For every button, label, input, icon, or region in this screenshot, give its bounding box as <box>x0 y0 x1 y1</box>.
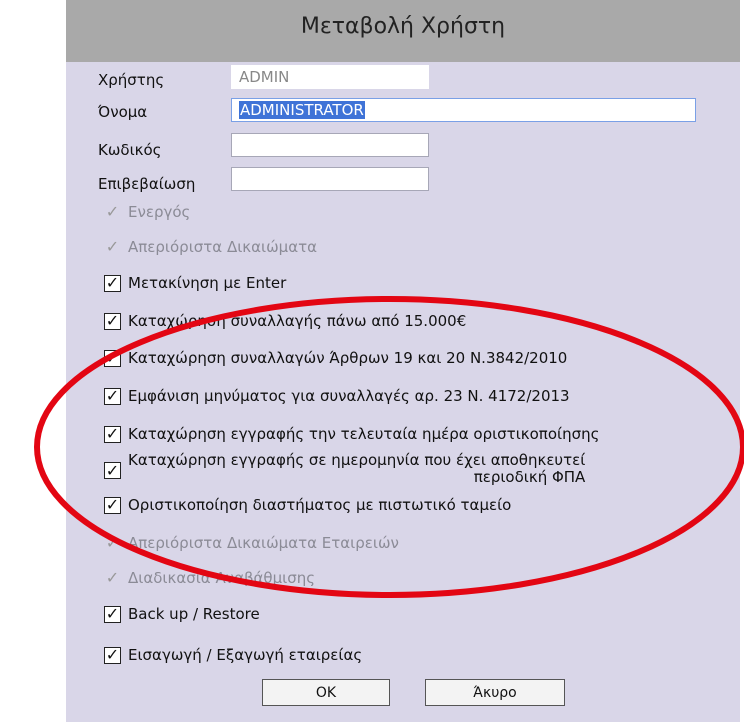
last-day-finalization-checkbox[interactable]: ✓ <box>104 425 121 443</box>
unlimited-rights-checkbox-row[interactable]: ✓ Απεριόριστα Δικαιώματα <box>104 236 317 258</box>
backup-restore-checkbox[interactable]: ✓ <box>104 605 121 623</box>
credit-cash-finalization-checkbox-row[interactable]: ✓ Οριστικοποίηση διαστήματος με πιστωτικ… <box>104 494 511 516</box>
password-input[interactable] <box>231 133 429 157</box>
last-day-finalization-checkbox-row[interactable]: ✓ Καταχώρηση εγγραφής την τελευταία ημέρ… <box>104 423 599 445</box>
password-label: Κωδικός <box>98 141 162 159</box>
confirm-password-input[interactable] <box>231 167 429 191</box>
import-export-company-label: Εισαγωγή / Εξαγωγή εταιρείας <box>128 646 363 664</box>
message-article-23-checkbox[interactable]: ✓ <box>104 387 121 405</box>
unlimited-company-rights-label: Απεριόριστα Δικαιώματα Εταιρειών <box>128 534 399 552</box>
backup-restore-label: Back up / Restore <box>128 605 260 623</box>
import-export-company-checkbox-row[interactable]: ✓ Εισαγωγή / Εξαγωγή εταιρείας <box>104 644 362 666</box>
cancel-button[interactable]: Άκυρο <box>425 679 565 706</box>
unlimited-company-rights-checkbox[interactable]: ✓ <box>104 535 121 552</box>
saved-vat-period-checkbox[interactable]: ✓ <box>104 462 121 479</box>
ok-button[interactable]: OK <box>262 679 390 706</box>
saved-vat-period-label-line-2: περιοδική ΦΠΑ <box>473 468 586 486</box>
user-field: ADMIN <box>231 65 429 89</box>
upgrade-procedure-checkbox[interactable]: ✓ <box>104 570 121 587</box>
unlimited-rights-label: Απεριόριστα Δικαιώματα <box>128 238 318 256</box>
name-input-selected-text: ADMINISTRATOR <box>239 101 365 119</box>
confirm-password-label: Επιβεβαίωση <box>98 175 196 193</box>
unlimited-company-rights-checkbox-row[interactable]: ✓ Απεριόριστα Δικαιώματα Εταιρειών <box>104 532 399 554</box>
active-label: Ενεργός <box>128 203 191 221</box>
transactions-over-15000-checkbox-row[interactable]: ✓ Καταχώρηση συναλλαγής πάνω από 15.000€ <box>104 310 466 332</box>
dialog-titlebar: Μεταβολή Χρήστη <box>66 0 740 62</box>
articles-19-20-checkbox[interactable]: ✓ <box>104 349 121 367</box>
active-checkbox-row[interactable]: ✓ Ενεργός <box>104 201 191 223</box>
transactions-over-15000-checkbox[interactable]: ✓ <box>104 312 121 330</box>
dialog-title: Μεταβολή Χρήστη <box>300 14 506 39</box>
last-day-finalization-label: Καταχώρηση εγγραφής την τελευταία ημέρα … <box>128 425 600 443</box>
user-label: Χρήστης <box>98 71 165 89</box>
saved-vat-period-checkbox-row[interactable]: ✓ Καταχώρηση εγγραφής σε ημερομηνία που … <box>104 452 585 496</box>
enter-navigation-checkbox[interactable]: ✓ <box>104 274 121 292</box>
enter-navigation-checkbox-row[interactable]: ✓ Μετακίνηση με Enter <box>104 272 286 294</box>
credit-cash-finalization-checkbox[interactable]: ✓ <box>104 496 121 514</box>
transactions-over-15000-label: Καταχώρηση συναλλαγής πάνω από 15.000€ <box>128 312 467 330</box>
backup-restore-checkbox-row[interactable]: ✓ Back up / Restore <box>104 603 260 625</box>
unlimited-rights-checkbox[interactable]: ✓ <box>104 239 121 256</box>
upgrade-procedure-checkbox-row[interactable]: ✓ Διαδικασία Αναβάθμισης <box>104 567 315 589</box>
message-article-23-label: Εμφάνιση μηνύματος για συναλλαγές αρ. 23… <box>128 387 570 405</box>
name-label: Όνομα <box>98 103 148 121</box>
articles-19-20-label: Καταχώρηση συναλλαγών Άρθρων 19 και 20 Ν… <box>128 349 568 367</box>
active-checkbox[interactable]: ✓ <box>104 204 121 221</box>
cancel-button-label: Άκυρο <box>473 684 517 701</box>
name-input[interactable]: ADMINISTRATOR <box>231 98 696 122</box>
edit-user-dialog: Μεταβολή Χρήστη Χρήστης ADMIN Όνομα ADMI… <box>66 0 740 722</box>
articles-19-20-checkbox-row[interactable]: ✓ Καταχώρηση συναλλαγών Άρθρων 19 και 20… <box>104 347 567 369</box>
import-export-company-checkbox[interactable]: ✓ <box>104 646 121 664</box>
saved-vat-period-label-line-1: Καταχώρηση εγγραφής σε ημερομηνία που έχ… <box>128 451 586 469</box>
upgrade-procedure-label: Διαδικασία Αναβάθμισης <box>128 569 316 587</box>
ok-button-label: OK <box>315 684 337 701</box>
credit-cash-finalization-label: Οριστικοποίηση διαστήματος με πιστωτικό … <box>128 496 512 514</box>
message-article-23-checkbox-row[interactable]: ✓ Εμφάνιση μηνύματος για συναλλαγές αρ. … <box>104 385 570 407</box>
enter-navigation-label: Μετακίνηση με Enter <box>128 274 287 292</box>
saved-vat-period-label: Καταχώρηση εγγραφής σε ημερομηνία που έχ… <box>128 452 585 486</box>
